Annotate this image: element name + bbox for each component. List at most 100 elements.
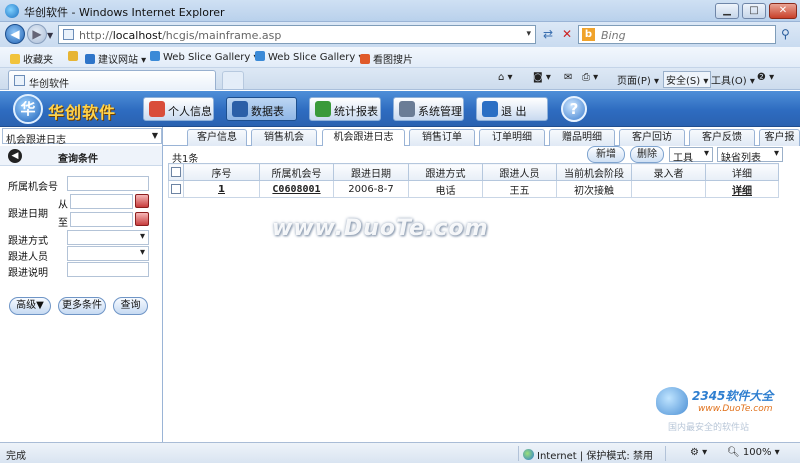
chart-icon: [315, 101, 331, 117]
cell-stage: 初次接触: [556, 180, 632, 198]
label-person: 跟进人员: [8, 252, 48, 263]
mail-icon[interactable]: ✉: [564, 72, 572, 83]
fav-item-web-slice-2[interactable]: Web Slice Gallery ▾: [255, 51, 364, 63]
table-header-row: 序号 所属机会号 跟进日期 跟进方式 跟进人员 当前机会阶段 录入者 详细: [168, 163, 779, 181]
col-header-no[interactable]: 序号: [183, 163, 260, 181]
window-title-bar: 华创软件 - Windows Internet Explorer ▁ □ ✕: [0, 0, 800, 22]
zoom-control[interactable]: 🔍︎ 100% ▾: [727, 447, 780, 458]
security-zone[interactable]: Internet | 保护模式: 禁用: [523, 447, 653, 462]
tab-sales-order[interactable]: 销售订单: [409, 129, 475, 146]
help-menu[interactable]: ❷ ▾: [757, 72, 774, 83]
view-select[interactable]: 缺省列表 ▾: [717, 147, 783, 164]
history-dropdown-icon[interactable]: ▼: [47, 31, 53, 40]
maximize-button[interactable]: □: [742, 3, 766, 19]
cell-date: 2006-8-7: [333, 180, 409, 198]
cell-entered-by: [631, 180, 706, 198]
image-icon: [360, 54, 370, 64]
col-header-entered-by[interactable]: 录入者: [631, 163, 706, 181]
fav-item-image-search[interactable]: 看图搜片: [360, 51, 413, 66]
col-header-opportunity[interactable]: 所属机会号: [259, 163, 334, 181]
tab-sales-opportunity[interactable]: 销售机会: [251, 129, 317, 146]
url-dropdown-icon[interactable]: ▾: [526, 29, 531, 39]
refresh-icon[interactable]: ⇄: [543, 27, 553, 41]
search-input[interactable]: b Bing: [578, 25, 776, 44]
fav-item-suggested-sites[interactable]: 建议网站 ▾: [85, 51, 146, 66]
tab-gift-detail[interactable]: 赠品明细: [549, 129, 615, 146]
calendar-icon[interactable]: [135, 194, 149, 208]
opportunity-no-field[interactable]: [67, 176, 149, 191]
module-data-table-button[interactable]: 数据表: [226, 97, 297, 121]
desc-field[interactable]: [67, 262, 149, 277]
tab-customer-feedback[interactable]: 客户反馈: [689, 129, 755, 146]
close-button[interactable]: ✕: [769, 3, 797, 19]
browser-tab[interactable]: 华创软件: [8, 70, 216, 90]
label-follow-date: 跟进日期: [8, 209, 48, 220]
module-personal-info-button[interactable]: 个人信息: [143, 97, 214, 121]
help-icon[interactable]: ?: [561, 96, 587, 122]
date-to-field[interactable]: [70, 212, 133, 227]
url-prefix: http://: [79, 29, 113, 42]
fav-item-web-slice-1[interactable]: Web Slice Gallery ▾: [150, 51, 259, 63]
collapse-panel-icon[interactable]: ◀: [8, 149, 22, 163]
page-menu[interactable]: 页面(P) ▾: [617, 72, 659, 87]
calendar-icon[interactable]: [135, 212, 149, 226]
feeds-icon[interactable]: ◙ ▾: [533, 72, 551, 83]
mascot-icon: [656, 387, 688, 415]
col-header-date[interactable]: 跟进日期: [333, 163, 409, 181]
tab-order-detail[interactable]: 订单明细: [479, 129, 545, 146]
table-row[interactable]: 1 C0608001 2006-8-7 电话 王五 初次接触 详细: [168, 180, 779, 198]
forward-button[interactable]: ▶: [27, 24, 47, 44]
col-header-stage[interactable]: 当前机会阶段: [556, 163, 632, 181]
tab-opportunity-followup-log[interactable]: 机会跟进日志: [322, 129, 405, 147]
logout-button[interactable]: 退 出: [476, 97, 548, 121]
tab-customer-report[interactable]: 客户报: [759, 129, 800, 146]
col-header-method[interactable]: 跟进方式: [408, 163, 483, 181]
browser-tab-bar: 华创软件 ⌂ ▾ ◙ ▾ ✉ ⎙ ▾ 页面(P) ▾ 安全(S) ▾ 工具(O)…: [0, 68, 800, 90]
star-icon: [10, 54, 20, 64]
safety-menu[interactable]: 安全(S) ▾: [663, 71, 712, 88]
date-from-field[interactable]: [70, 194, 133, 209]
module-select[interactable]: 机会跟进日志 ▼: [2, 128, 162, 146]
cell-no[interactable]: 1: [183, 180, 260, 198]
cell-opportunity-link[interactable]: C0608001: [259, 180, 334, 198]
tab-title: 华创软件: [29, 79, 69, 90]
new-tab-button[interactable]: [222, 71, 244, 89]
row-checkbox[interactable]: [168, 180, 184, 198]
query-header: ◀ 查询条件: [0, 146, 162, 166]
cell-person: 王五: [482, 180, 557, 198]
module-reports-button[interactable]: 统计报表: [309, 97, 381, 121]
search-button[interactable]: 查询: [113, 297, 148, 315]
chevron-down-icon: ▾: [703, 148, 709, 159]
advanced-button[interactable]: 高级▼: [9, 297, 51, 315]
col-header-person[interactable]: 跟进人员: [482, 163, 557, 181]
stop-icon[interactable]: ✕: [562, 27, 572, 41]
ie-icon: [255, 51, 265, 61]
person-select[interactable]: [67, 246, 149, 261]
tab-customer-revisit[interactable]: 客户回访: [619, 129, 685, 146]
cell-detail-link[interactable]: 详细: [705, 180, 779, 198]
label-to: 至: [58, 218, 68, 229]
more-conditions-button[interactable]: 更多条件: [58, 297, 106, 315]
add-favorite-icon[interactable]: [68, 51, 81, 63]
tab-customer-info[interactable]: 客户信息: [187, 129, 247, 146]
home-icon[interactable]: ⌂ ▾: [498, 72, 513, 83]
url-field[interactable]: http://localhost/hcgis/mainframe.asp ▾: [58, 25, 536, 44]
method-select[interactable]: [67, 230, 149, 245]
delete-button[interactable]: 删除: [630, 146, 664, 163]
select-all-checkbox[interactable]: [168, 163, 184, 181]
watermark-2345: 2345软件大全 www.DuoTe.com 国内最安全的软件站: [650, 383, 798, 435]
module-system-admin-button[interactable]: 系统管理: [393, 97, 464, 121]
status-tools-icon[interactable]: ⚙ ▾: [690, 447, 707, 458]
minimize-button[interactable]: ▁: [715, 3, 739, 19]
search-icon[interactable]: ⚲: [781, 27, 790, 41]
tools-menu[interactable]: 工具(O) ▾: [711, 72, 755, 87]
col-header-detail[interactable]: 详细: [705, 163, 779, 181]
label-opportunity-no: 所属机会号: [8, 182, 58, 193]
label-from: 从: [58, 200, 68, 211]
new-button[interactable]: 新增: [587, 146, 625, 163]
logout-icon: [482, 101, 498, 117]
favorites-button[interactable]: 收藏夹: [10, 51, 53, 66]
print-icon[interactable]: ⎙ ▾: [582, 72, 598, 83]
back-button[interactable]: ◀: [5, 24, 25, 44]
tools-select[interactable]: 工具 ▾: [669, 147, 713, 164]
